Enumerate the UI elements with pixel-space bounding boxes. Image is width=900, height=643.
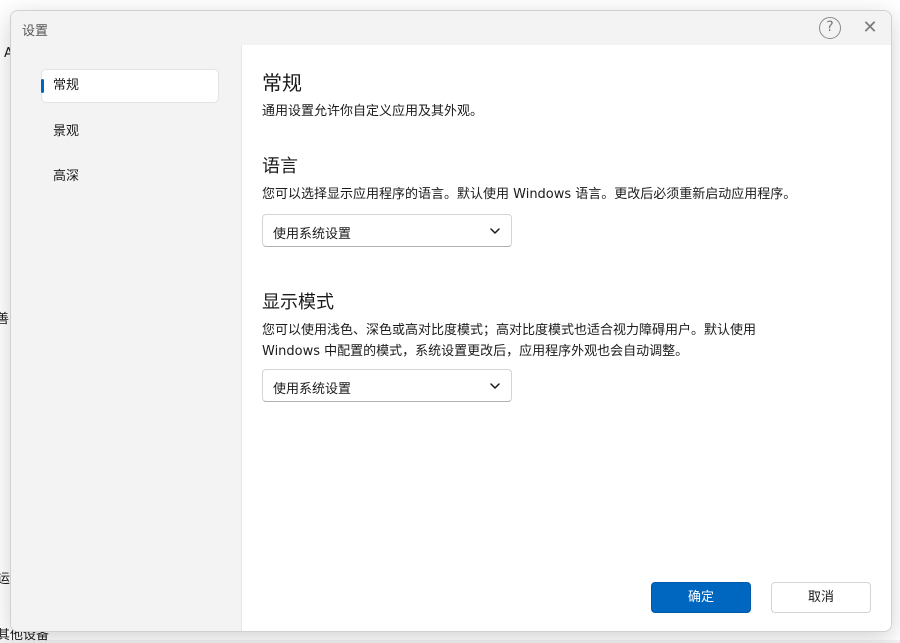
page-title: 常规 — [262, 71, 302, 95]
background-text-fragment: 善 — [0, 312, 10, 327]
sidebar-nav: 常规 景观 高深 — [11, 45, 242, 631]
question-mark-icon[interactable]: ? — [819, 17, 841, 39]
sidebar-item-general[interactable]: 常规 — [41, 69, 219, 103]
main-content: 常规 通用设置允许你自定义应用及其外观。 语言 您可以选择显示应用程序的语言。默… — [242, 45, 891, 631]
chevron-down-icon — [490, 383, 500, 389]
sidebar-item-label: 常规 — [53, 78, 80, 93]
active-indicator — [41, 79, 44, 93]
language-description: 您可以选择显示应用程序的语言。默认使用 Windows 语言。更改后必须重新启动… — [262, 187, 797, 202]
page-description: 通用设置允许你自定义应用及其外观。 — [262, 104, 484, 119]
language-heading: 语言 — [262, 156, 298, 177]
display-mode-description-line1: 您可以使用浅色、深色或高对比度模式；高对比度模式也适合视力障碍用户。默认使用 — [262, 323, 757, 338]
cancel-button[interactable]: 取消 — [771, 582, 871, 613]
sidebar-item-label: 景观 — [53, 124, 80, 139]
language-dropdown[interactable]: 使用系统设置 — [262, 214, 512, 247]
background-text-fragment: 运 — [0, 572, 11, 587]
settings-dialog: 设置 ? ✕ 常规 景观 高深 常规 通用设置允许你自定义应用及其外观。 语言 … — [10, 10, 892, 632]
language-dropdown-value: 使用系统设置 — [273, 227, 352, 242]
sidebar-item-landscape[interactable]: 景观 — [41, 115, 219, 149]
display-mode-heading: 显示模式 — [262, 292, 334, 313]
display-mode-dropdown[interactable]: 使用系统设置 — [262, 369, 512, 402]
close-icon[interactable]: ✕ — [859, 17, 881, 39]
sidebar-item-label: 高深 — [53, 169, 80, 184]
display-mode-description-line2: Windows 中配置的模式，系统设置更改后，应用程序外观也会自动调整。 — [262, 344, 689, 359]
ok-button[interactable]: 确定 — [651, 582, 751, 613]
dialog-title: 设置 — [22, 24, 49, 39]
title-bar: 设置 ? ✕ — [11, 11, 891, 45]
chevron-down-icon — [490, 228, 500, 234]
sidebar-item-advanced[interactable]: 高深 — [41, 160, 219, 194]
display-mode-dropdown-value: 使用系统设置 — [273, 382, 352, 397]
